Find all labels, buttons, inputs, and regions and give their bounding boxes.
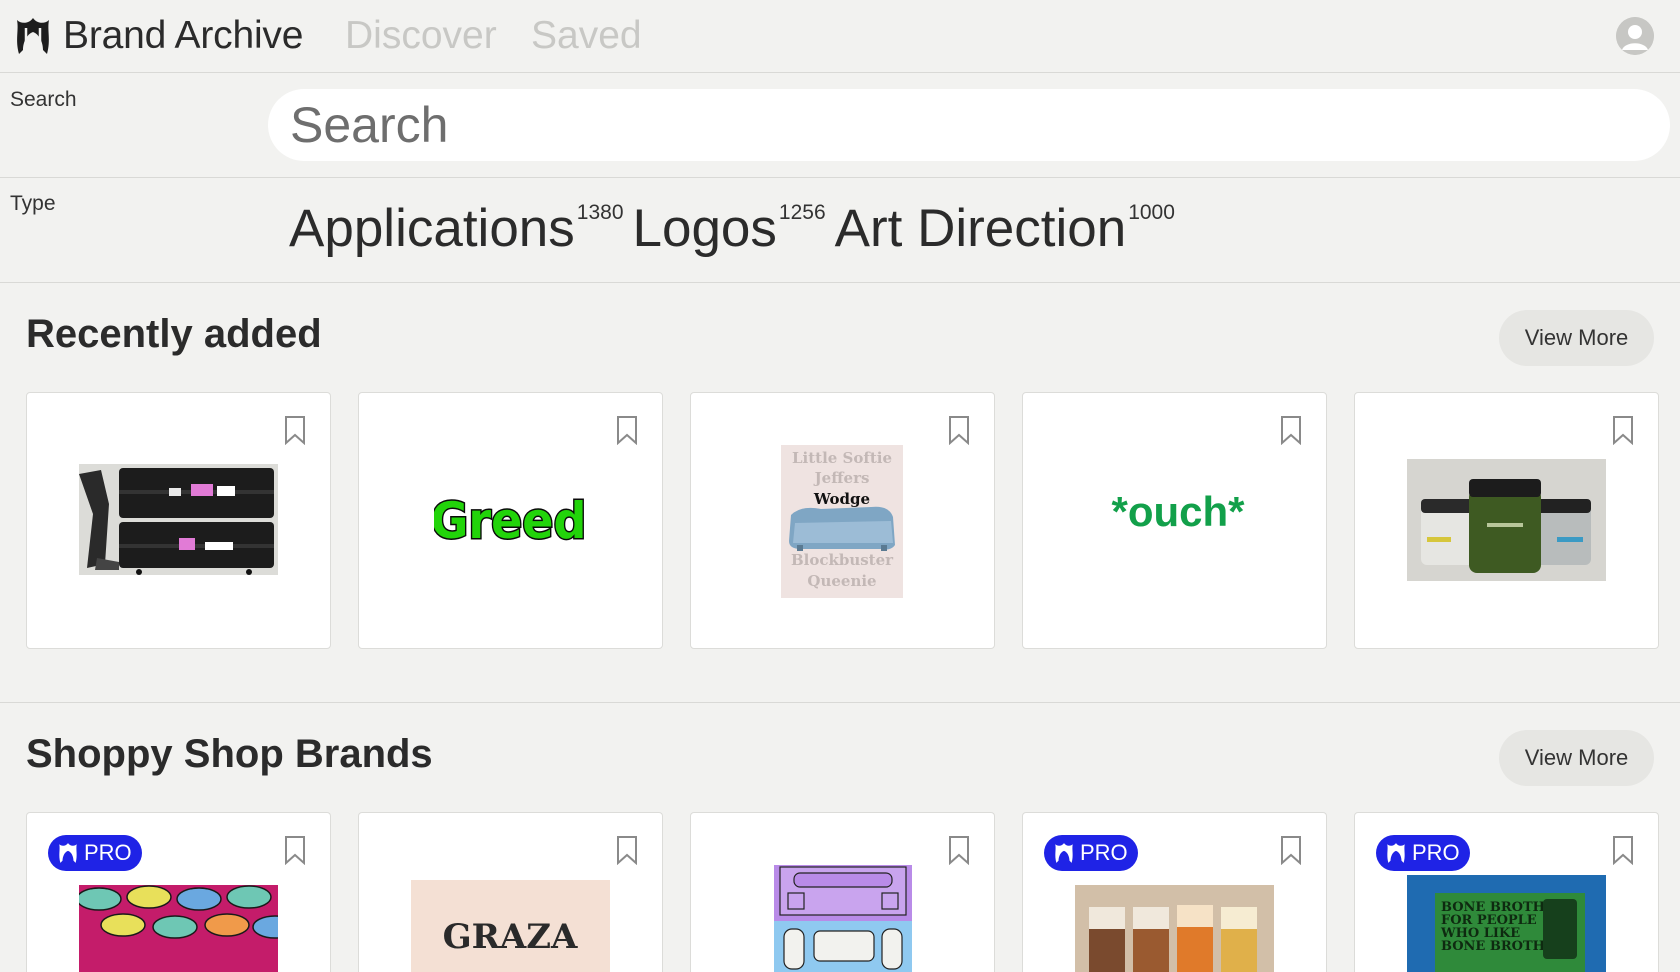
- svg-text:BONE BROTH: BONE BROTH: [1441, 939, 1545, 954]
- brand-card[interactable]: Little Softie Jeffers Wodge Blockbuster …: [690, 392, 995, 649]
- section-recently-added: Recently added View More Greed Little So…: [0, 284, 1680, 703]
- thumbnail-image: GRAZA: [411, 880, 610, 972]
- svg-text:Blockbuster: Blockbuster: [791, 551, 894, 569]
- thumbnail-wordmark: *ouch*: [1111, 488, 1245, 535]
- pro-badge: PRO: [1376, 835, 1470, 871]
- thumbnail-wordmark: Greed: [434, 492, 584, 550]
- thumbnail-image: [79, 464, 278, 575]
- section-shoppy-shop-brands: Shoppy Shop Brands View More PRO GRAZA P…: [0, 704, 1680, 972]
- type-label: Type: [10, 192, 56, 215]
- bookmark-icon[interactable]: [1280, 835, 1302, 865]
- bookmark-icon[interactable]: [616, 415, 638, 445]
- pro-badge-label: PRO: [1080, 840, 1128, 865]
- top-nav: Brand Archive Discover Saved: [0, 0, 1680, 73]
- type-name: Art Direction: [834, 199, 1127, 258]
- type-name: Applications: [289, 199, 575, 258]
- bookmark-icon[interactable]: [1280, 415, 1302, 445]
- brand-card[interactable]: Greed: [358, 392, 663, 649]
- thumbnail-image: Little Softie Jeffers Wodge Blockbuster …: [781, 445, 903, 598]
- thumbnail-image: Greed: [434, 492, 584, 550]
- nav-discover[interactable]: Discover: [345, 14, 497, 58]
- nav-saved[interactable]: Saved: [531, 14, 642, 58]
- bookmark-icon[interactable]: [284, 415, 306, 445]
- pro-badge-label: PRO: [1412, 840, 1460, 865]
- view-more-button[interactable]: View More: [1499, 730, 1654, 786]
- search-input[interactable]: [268, 89, 1670, 161]
- brand-logo-icon: [1055, 843, 1073, 863]
- brand-logo-icon: [1387, 843, 1405, 863]
- search-label: Search: [10, 88, 77, 111]
- brand-card[interactable]: PRO: [1022, 812, 1327, 972]
- type-filter-applications[interactable]: Applications 1380: [289, 199, 633, 259]
- brand-logo-icon[interactable]: [13, 14, 53, 58]
- thumbnail-wordmark: GRAZA: [443, 917, 578, 957]
- svg-text:Little Softie: Little Softie: [792, 449, 892, 467]
- bookmark-icon[interactable]: [1612, 835, 1634, 865]
- svg-text:Queenie: Queenie: [807, 572, 876, 590]
- brand-name[interactable]: Brand Archive: [63, 14, 303, 58]
- brand-card[interactable]: *ouch*: [1022, 392, 1327, 649]
- brand-card[interactable]: GRAZA: [358, 812, 663, 972]
- user-avatar-icon[interactable]: [1616, 17, 1654, 55]
- type-filter-art-direction[interactable]: Art Direction 1000: [835, 199, 1184, 259]
- type-count: 1380: [576, 201, 624, 224]
- view-more-button[interactable]: View More: [1499, 310, 1654, 366]
- pro-badge: PRO: [48, 835, 142, 871]
- bookmark-icon[interactable]: [948, 835, 970, 865]
- brand-card[interactable]: PRO BONE BROTH FOR PEOPLE WHO LIKE BONE …: [1354, 812, 1659, 972]
- brand-card[interactable]: PRO: [26, 812, 331, 972]
- search-row: Search: [0, 74, 1680, 178]
- bookmark-icon[interactable]: [948, 415, 970, 445]
- brand-card[interactable]: [26, 392, 331, 649]
- thumbnail-image: [79, 885, 278, 972]
- section-title: Shoppy Shop Brands: [26, 732, 433, 776]
- bookmark-icon[interactable]: [616, 835, 638, 865]
- pro-badge: PRO: [1044, 835, 1138, 871]
- svg-text:Wodge: Wodge: [813, 490, 870, 508]
- type-filter-logos[interactable]: Logos 1256: [633, 199, 835, 259]
- brand-logo-icon: [59, 843, 77, 863]
- bookmark-icon[interactable]: [1612, 415, 1634, 445]
- thumbnail-image: [774, 865, 912, 972]
- thumbnail-image: *ouch*: [1103, 488, 1253, 538]
- type-name: Logos: [632, 199, 777, 258]
- type-count: 1000: [1128, 201, 1175, 224]
- svg-text:Jeffers: Jeffers: [813, 469, 870, 487]
- section-title: Recently added: [26, 312, 322, 356]
- thumbnail-image: [1407, 459, 1606, 581]
- type-count: 1256: [778, 201, 826, 224]
- type-filter-list: Applications 1380 Logos 1256 Art Directi…: [289, 199, 1184, 259]
- brand-card[interactable]: [1354, 392, 1659, 649]
- type-filter-row: Type Applications 1380 Logos 1256 Art Di…: [0, 179, 1680, 283]
- thumbnail-image: BONE BROTH FOR PEOPLE WHO LIKE BONE BROT…: [1407, 875, 1606, 972]
- thumbnail-image: [1075, 885, 1274, 972]
- card-row: Greed Little Softie Jeffers Wodge Blockb…: [26, 392, 1659, 649]
- pro-badge-label: PRO: [84, 840, 132, 865]
- bookmark-icon[interactable]: [284, 835, 306, 865]
- card-row: PRO GRAZA PRO PRO BONE BROTH FOR PEOPLE …: [26, 812, 1659, 972]
- brand-card[interactable]: [690, 812, 995, 972]
